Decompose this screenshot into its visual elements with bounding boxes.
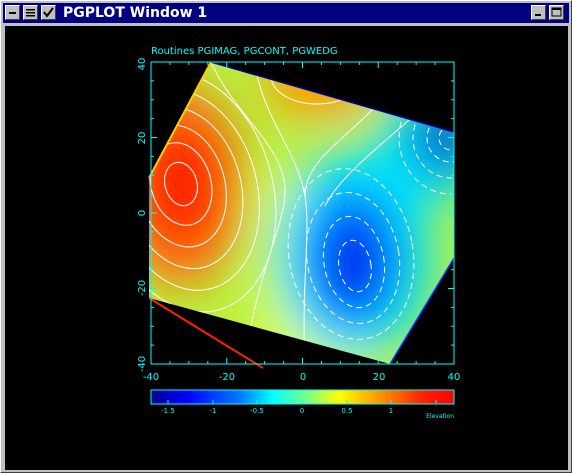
colorbar-label: Elevation xyxy=(426,413,454,420)
y-tick-label: 0 xyxy=(137,210,148,216)
colorbar-tick-label: 1 xyxy=(389,407,393,415)
colorbar-labels: -1.5 -1 -0.5 0 0.5 1 xyxy=(161,407,393,415)
pgplot-window: PGPLOT Window 1 Routines PGIMAG, PGCONT,… xyxy=(0,0,572,473)
plot-svg: Routines PGIMAG, PGCONT, PGWEDG -40 -20 … xyxy=(137,46,461,420)
plot-title: Routines PGIMAG, PGCONT, PGWEDG xyxy=(151,46,338,57)
plot-canvas-area: Routines PGIMAG, PGCONT, PGWEDG -40 -20 … xyxy=(5,26,568,470)
x-tick-label: 40 xyxy=(448,372,461,383)
x-tick-label: 0 xyxy=(300,372,306,383)
y-tick-label: -20 xyxy=(137,280,148,296)
title-bar[interactable]: PGPLOT Window 1 xyxy=(3,3,569,23)
image-map xyxy=(149,62,454,364)
minimize-icon[interactable] xyxy=(531,5,546,20)
menu-check-icon[interactable] xyxy=(41,5,56,20)
x-tick-label: -40 xyxy=(143,372,159,383)
system-menu-icon[interactable] xyxy=(5,5,20,20)
colorbar-tick-label: -0.5 xyxy=(250,407,264,415)
colorbar-tick-label: 0 xyxy=(300,407,304,415)
maximize-icon[interactable] xyxy=(549,5,564,20)
window-title: PGPLOT Window 1 xyxy=(63,5,208,21)
colorbar-tick-label: -1 xyxy=(210,407,217,415)
colorbar-tick-label: 0.5 xyxy=(341,407,352,415)
colorbar-tick-label: -1.5 xyxy=(161,407,175,415)
x-tick-label: -20 xyxy=(219,372,235,383)
shade-icon[interactable] xyxy=(23,5,38,20)
x-axis-labels: -40 -20 0 20 40 xyxy=(143,372,461,383)
y-tick-label: 40 xyxy=(137,58,148,71)
y-tick-label: -40 xyxy=(137,356,148,372)
y-tick-label: 20 xyxy=(137,132,148,145)
y-axis-labels: -40 -20 0 20 40 xyxy=(137,58,148,373)
x-tick-label: 20 xyxy=(373,372,386,383)
